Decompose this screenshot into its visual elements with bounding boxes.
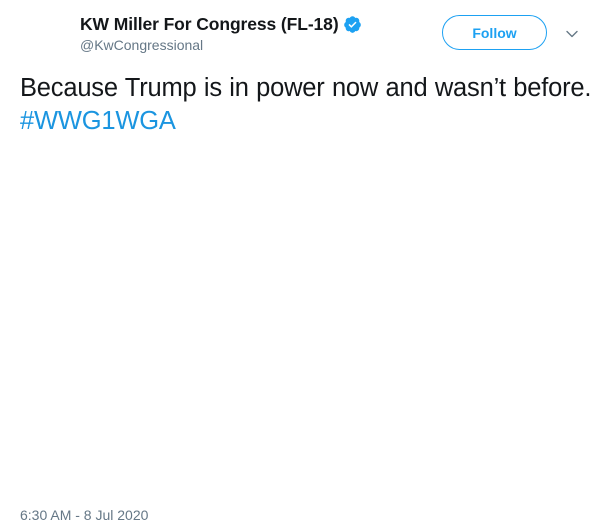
tweet-card: KW Miller For Congress (FL-18) @KwCongre…	[0, 0, 602, 527]
hashtag-link[interactable]: #WWG1WGA	[20, 107, 176, 135]
author-display-name[interactable]: KW Miller For Congress (FL-18)	[80, 14, 339, 35]
tweet-body-text: Because Trump is in power now and wasn’t…	[20, 74, 592, 102]
verified-badge-icon	[343, 15, 362, 34]
author-name-row: KW Miller For Congress (FL-18)	[80, 13, 362, 35]
tweet-text: Because Trump is in power now and wasn’t…	[20, 72, 595, 138]
chevron-down-icon[interactable]	[565, 27, 579, 41]
author-handle[interactable]: @KwCongressional	[80, 37, 203, 53]
tweet-timestamp[interactable]: 6:30 AM - 8 Jul 2020	[20, 507, 148, 523]
follow-button[interactable]: Follow	[442, 15, 547, 50]
tweet-header: KW Miller For Congress (FL-18) @KwCongre…	[0, 0, 602, 60]
